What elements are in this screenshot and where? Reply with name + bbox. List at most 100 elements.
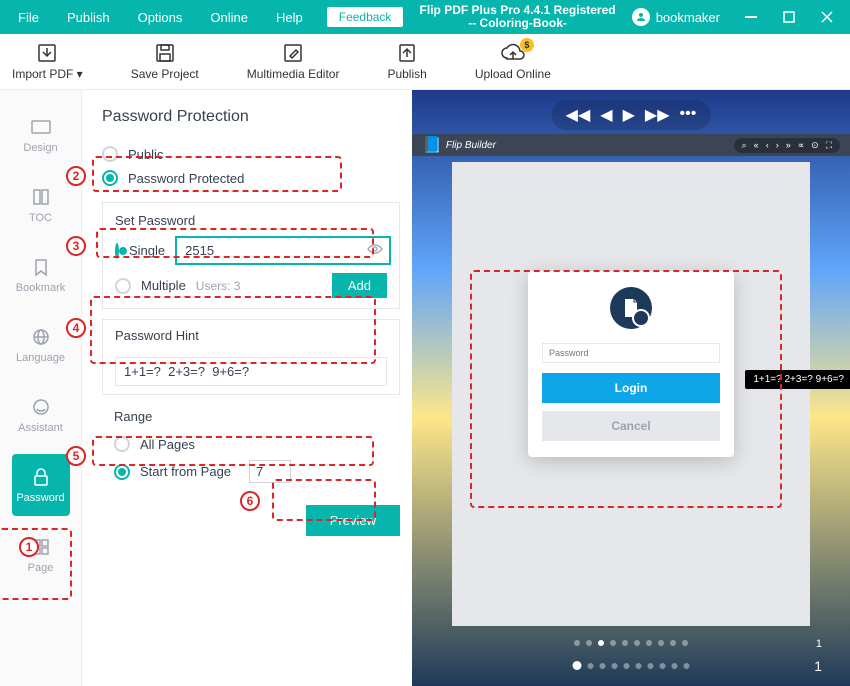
first-mini-icon[interactable]: « — [754, 140, 759, 151]
annotation-1: 1 — [19, 537, 39, 557]
next-mini-icon[interactable]: › — [776, 140, 779, 151]
maximize-button[interactable] — [770, 0, 808, 34]
menu-options[interactable]: Options — [124, 2, 197, 33]
doc-lock-icon — [610, 287, 652, 329]
users-count: Users: 3 — [196, 279, 322, 293]
hint-input[interactable] — [115, 357, 387, 386]
user-icon — [632, 8, 650, 26]
sidebar-item-assistant[interactable]: Assistant — [12, 384, 70, 446]
more-icon[interactable]: ••• — [680, 105, 697, 125]
public-option[interactable]: Public — [102, 142, 400, 166]
edit-icon — [282, 42, 304, 64]
assistant-icon — [31, 396, 51, 418]
eye-icon[interactable] — [367, 242, 383, 260]
radio-multiple[interactable] — [115, 278, 131, 294]
sidebar-item-design[interactable]: Design — [12, 104, 70, 166]
import-pdf-button[interactable]: Import PDF ▾ — [12, 42, 83, 81]
globe-icon — [31, 326, 51, 348]
annotation-2: 2 — [66, 166, 86, 186]
multimedia-editor-button[interactable]: Multimedia Editor — [247, 42, 340, 81]
prev-page-icon[interactable]: ◀ — [600, 105, 612, 125]
menu-help[interactable]: Help — [262, 2, 317, 33]
last-page-icon[interactable]: ▶▶ — [645, 105, 670, 125]
login-button[interactable]: Login — [542, 373, 720, 403]
last-mini-icon[interactable]: » — [786, 140, 791, 151]
share-mini-icon[interactable]: ∝ — [798, 140, 804, 151]
publish-button[interactable]: Publish — [387, 42, 426, 81]
toolbar: Import PDF ▾ Save Project Multimedia Edi… — [0, 34, 850, 90]
preview-pane: ◀◀ ◀ ▶ ▶▶ ••• 📘 Flip Builder ⌕ « ‹ › » ∝… — [412, 90, 850, 686]
menu-publish[interactable]: Publish — [53, 2, 124, 33]
bookmark-icon — [32, 256, 50, 278]
minimize-button[interactable] — [732, 0, 770, 34]
radio-all-pages[interactable] — [114, 436, 130, 452]
flip-header: 📘 Flip Builder ⌕ « ‹ › » ∝ ⊙ ⛶ — [412, 134, 850, 156]
user-account[interactable]: bookmaker — [632, 8, 720, 26]
menu-file[interactable]: File — [4, 2, 53, 33]
lock-icon — [32, 466, 50, 488]
login-password-input[interactable] — [542, 343, 720, 363]
page-number-top: 1 — [816, 638, 822, 650]
sidebar-item-password[interactable]: Password — [12, 454, 70, 516]
fullscreen-mini-icon[interactable]: ⛶ — [826, 140, 832, 151]
content-panel: Password Protection Public Password Prot… — [82, 90, 412, 686]
sidebar-item-page[interactable]: Page — [12, 524, 70, 586]
start-from-page-option[interactable]: Start from Page — [114, 456, 388, 487]
preview-pager: ◀◀ ◀ ▶ ▶▶ ••• — [552, 100, 711, 130]
cancel-button[interactable]: Cancel — [542, 411, 720, 441]
set-password-section: Set Password Single Multiple Users: 3 Ad… — [102, 202, 400, 309]
save-icon — [154, 42, 176, 64]
multiple-label: Multiple — [141, 278, 186, 293]
single-label: Single — [129, 243, 165, 258]
titlebar: File Publish Options Online Help Feedbac… — [0, 0, 850, 34]
range-section: Range All Pages Start from Page — [102, 405, 400, 491]
page-dots-bottom — [573, 661, 690, 670]
prev-mini-icon[interactable]: ‹ — [766, 140, 769, 151]
brand-icon: 📘 — [422, 135, 442, 155]
close-button[interactable] — [808, 0, 846, 34]
save-project-button[interactable]: Save Project — [131, 42, 199, 81]
brand-text: Flip Builder — [446, 140, 496, 151]
sidebar-item-toc[interactable]: TOC — [12, 174, 70, 236]
window-title: Flip PDF Plus Pro 4.4.1 Registered -- Co… — [403, 4, 631, 30]
sidebar-item-bookmark[interactable]: Bookmark — [12, 244, 70, 306]
window-controls — [732, 0, 846, 34]
radio-start-from[interactable] — [114, 464, 130, 480]
annotation-4: 4 — [66, 318, 86, 338]
sidebar-item-language[interactable]: Language — [12, 314, 70, 376]
page-dots-top — [574, 640, 688, 646]
upload-icon — [500, 42, 526, 64]
design-icon — [30, 116, 52, 138]
login-modal: Login Cancel — [528, 271, 734, 457]
publish-icon — [396, 42, 418, 64]
annotation-5: 5 — [66, 446, 86, 466]
sound-mini-icon[interactable]: ⊙ — [811, 140, 819, 151]
password-protected-option[interactable]: Password Protected — [102, 166, 400, 190]
radio-public[interactable] — [102, 146, 118, 162]
feedback-button[interactable]: Feedback — [327, 7, 404, 27]
menu-bar: File Publish Options Online Help — [4, 2, 317, 33]
upload-online-button[interactable]: Upload Online — [475, 42, 551, 81]
toc-icon — [31, 186, 51, 208]
password-hint-section: Password Hint — [102, 319, 400, 395]
hint-label: Password Hint — [115, 328, 387, 343]
annotation-3: 3 — [66, 236, 86, 256]
flip-toolbar: ⌕ « ‹ › » ∝ ⊙ ⛶ — [734, 138, 840, 153]
radio-single[interactable] — [115, 243, 119, 259]
first-page-icon[interactable]: ◀◀ — [566, 105, 591, 125]
hint-tooltip: 1+1=? 2+3=? 9+6=? — [745, 370, 850, 389]
radio-password-protected[interactable] — [102, 170, 118, 186]
range-label: Range — [114, 409, 388, 424]
next-page-icon[interactable]: ▶ — [623, 105, 635, 125]
preview-button[interactable]: Preview — [306, 505, 400, 536]
panel-heading: Password Protection — [102, 108, 400, 126]
import-icon — [35, 42, 59, 64]
set-password-label: Set Password — [115, 213, 387, 228]
all-pages-option[interactable]: All Pages — [114, 432, 388, 456]
page-number-bottom: 1 — [814, 658, 822, 674]
menu-online[interactable]: Online — [196, 2, 262, 33]
start-page-input[interactable] — [249, 460, 291, 483]
password-input[interactable] — [175, 236, 391, 265]
add-button[interactable]: Add — [332, 273, 387, 298]
search-mini-icon[interactable]: ⌕ — [742, 140, 747, 151]
